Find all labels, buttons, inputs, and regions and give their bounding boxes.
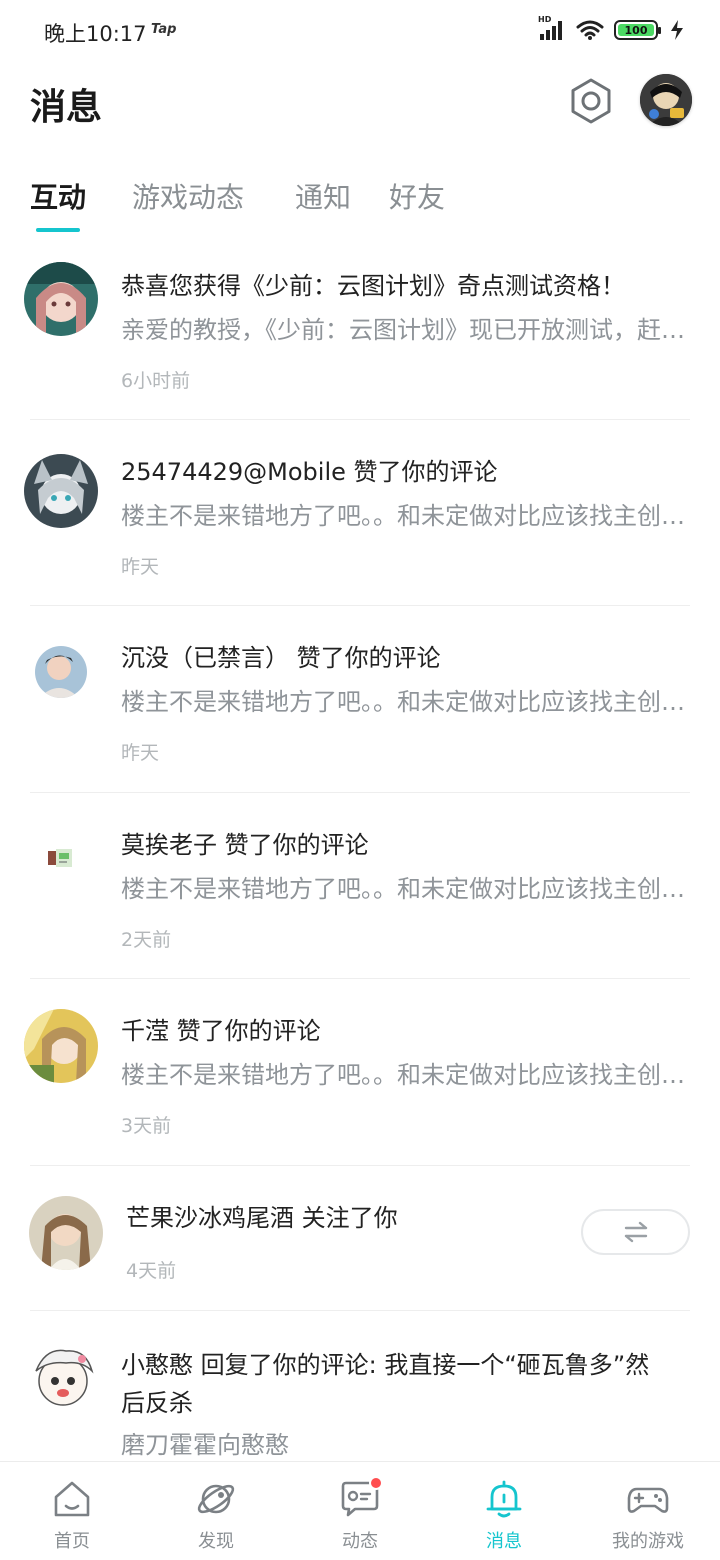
nav-activity[interactable]: 动态 [288, 1462, 432, 1560]
message-time: 3天前 [121, 1115, 172, 1137]
nav-messages[interactable]: 消息 [432, 1462, 576, 1560]
message-title: 莫挨老子 赞了你的评论 [121, 831, 369, 859]
message-title: 恭喜您获得《少前：云图计划》奇点测试资格！ [121, 272, 625, 300]
nav-label: 我的游戏 [612, 1531, 684, 1552]
active-tab-indicator [36, 228, 80, 232]
wifi-icon [576, 20, 604, 40]
message-item[interactable]: 莫挨老子 赞了你的评论 楼主不是来错地方了吧。。和未定做对比应该找主创聊聊 2天… [0, 793, 720, 979]
message-item[interactable]: 恭喜您获得《少前：云图计划》奇点测试资格！ 亲爱的教授，《少前：云图计划》现已开… [0, 234, 720, 420]
settings-button[interactable] [566, 76, 616, 126]
hd-label: HD [538, 15, 552, 24]
message-title: 沉没（已禁言） 赞了你的评论 [121, 644, 441, 672]
profile-avatar[interactable] [640, 74, 692, 126]
message-preview: 亲爱的教授，《少前：云图计划》现已开放测试，赶紧来体验吧 [121, 316, 689, 344]
settings-icon [571, 78, 611, 124]
avatar [24, 262, 98, 336]
tab-friends[interactable]: 好友 [389, 176, 445, 216]
tab-interaction[interactable]: 互动 [30, 176, 86, 216]
status-time: 晚上10:17 [44, 22, 147, 46]
message-item[interactable]: 千滢 赞了你的评论 楼主不是来错地方了吧。。和未定做对比应该找主创聊聊 3天前 [0, 979, 720, 1166]
page-title: 消息 [30, 87, 103, 128]
tab-notifications[interactable]: 通知 [295, 176, 351, 216]
notification-badge [369, 1476, 383, 1490]
charging-icon [671, 20, 683, 40]
message-preview: 楼主不是来错地方了吧。。和未定做对比应该找主创聊聊 [121, 502, 689, 530]
battery-icon: 100 [614, 20, 661, 40]
mutual-follow-icon [624, 1221, 647, 1243]
gamepad-icon [627, 1478, 669, 1520]
nav-home[interactable]: 首页 [0, 1462, 144, 1560]
battery-level: 100 [624, 23, 648, 37]
message-preview: 楼主不是来错地方了吧。。和未定做对比应该找主创聊聊 [121, 688, 689, 716]
follow-back-button[interactable] [581, 1209, 690, 1255]
message-time: 昨天 [121, 742, 160, 764]
message-title: 小憨憨 回复了你的评论: 我直接一个“砸瓦鲁多”然 [121, 1351, 650, 1379]
message-time: 4天前 [126, 1260, 177, 1282]
home-icon [51, 1478, 93, 1520]
status-bar: 晚上10:17 Tap HD 100 [0, 0, 720, 62]
status-icons: HD 100 [538, 15, 686, 42]
signal-icon: HD [538, 15, 566, 42]
avatar [24, 1009, 98, 1083]
message-item[interactable]: 小憨憨 回复了你的评论: 我直接一个“砸瓦鲁多”然 后反杀 磨刀霍霍向憨憨 [0, 1311, 720, 1461]
avatar-image [640, 74, 692, 126]
avatar [46, 845, 76, 875]
nav-my-games[interactable]: 我的游戏 [576, 1462, 720, 1560]
nav-label: 消息 [486, 1531, 522, 1552]
avatar [29, 1196, 103, 1270]
message-item[interactable]: 沉没（已禁言） 赞了你的评论 楼主不是来错地方了吧。。和未定做对比应该找主创聊聊… [0, 606, 720, 793]
status-app-indicator: Tap [151, 22, 177, 37]
bell-icon [483, 1478, 525, 1520]
message-preview: 楼主不是来错地方了吧。。和未定做对比应该找主创聊聊 [121, 875, 689, 903]
message-title: 芒果沙冰鸡尾酒 关注了你 [126, 1204, 398, 1232]
message-time: 昨天 [121, 556, 160, 578]
nav-label: 首页 [54, 1531, 90, 1552]
message-time: 2天前 [121, 929, 172, 951]
bottom-navigation: 首页 发现 动态 消息 我的游戏 [0, 1461, 720, 1560]
nav-label: 动态 [342, 1531, 378, 1552]
planet-icon [195, 1478, 237, 1520]
message-title-continued: 后反杀 [121, 1389, 193, 1417]
avatar [35, 646, 87, 698]
nav-discover[interactable]: 发现 [144, 1462, 288, 1560]
chat-icon [339, 1476, 383, 1520]
message-item[interactable]: 25474429@Mobile 赞了你的评论 楼主不是来错地方了吧。。和未定做对… [0, 420, 720, 606]
message-item[interactable]: 芒果沙冰鸡尾酒 关注了你 4天前 [0, 1166, 720, 1311]
avatar [26, 1341, 100, 1415]
nav-label: 发现 [198, 1531, 234, 1552]
tab-game-updates[interactable]: 游戏动态 [132, 176, 244, 216]
message-title: 25474429@Mobile 赞了你的评论 [121, 458, 498, 486]
message-preview: 楼主不是来错地方了吧。。和未定做对比应该找主创聊聊 [121, 1061, 689, 1089]
tab-bar: 互动 游戏动态 通知 好友 [0, 170, 720, 236]
message-preview: 磨刀霍霍向憨憨 [121, 1431, 289, 1459]
avatar [24, 454, 98, 528]
message-title: 千滢 赞了你的评论 [121, 1017, 321, 1045]
message-time: 6小时前 [121, 370, 191, 392]
